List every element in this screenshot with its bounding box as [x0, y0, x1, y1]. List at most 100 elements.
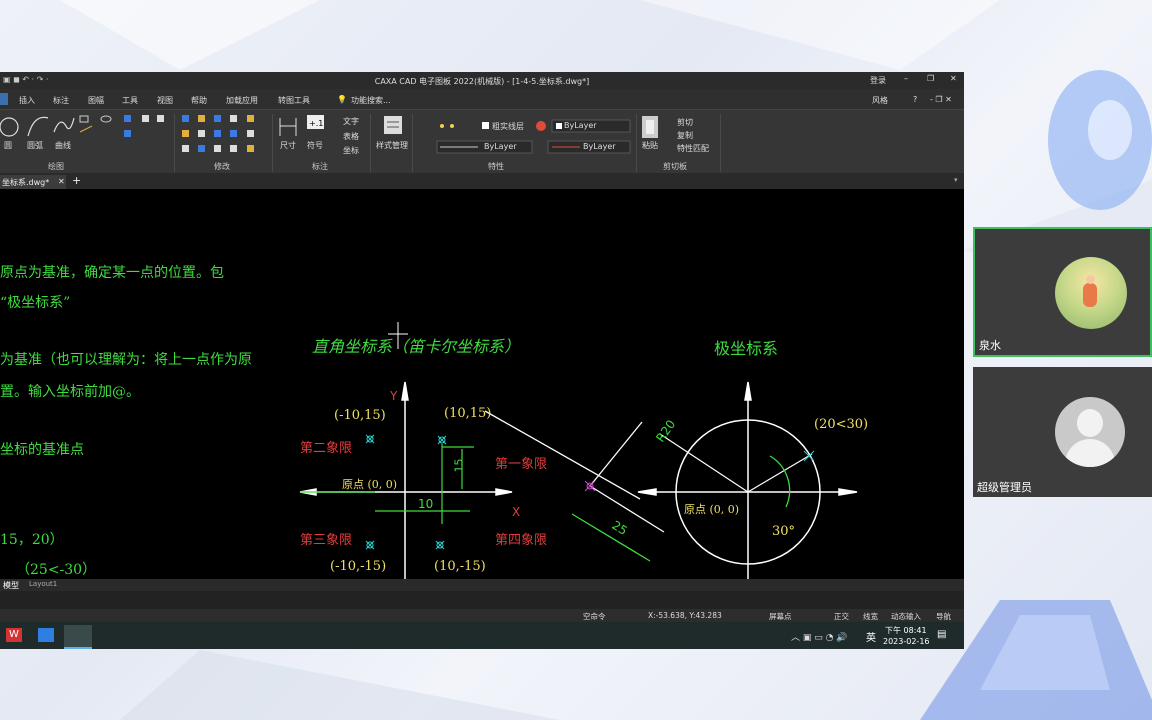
match-properties-button[interactable]: 特性匹配 — [677, 143, 709, 154]
ribbon-separator — [272, 114, 273, 172]
tab-layout1[interactable]: Layout1 — [29, 580, 57, 588]
status-bar: 空命令 X:-53.638, Y:43.283 屏幕点 正交 线宽 动态输入 导… — [0, 609, 964, 622]
new-tab-button[interactable]: + — [72, 174, 81, 187]
linewidth-toggle[interactable]: 线宽 — [863, 611, 878, 622]
table-button[interactable]: 表格 — [343, 131, 359, 142]
arc-button[interactable]: 圆弧 — [27, 140, 43, 151]
login-link[interactable]: 登录 — [870, 75, 886, 86]
style-menu[interactable]: 风格 — [872, 95, 888, 106]
close-tab-icon[interactable]: ✕ — [58, 177, 65, 186]
photos-icon[interactable] — [38, 628, 54, 642]
minimize-button[interactable]: – — [904, 74, 908, 83]
dimension-10: 10 — [418, 497, 434, 511]
drawing-canvas[interactable]: 原点为基准，确定某一点的位置。包 “极坐标系” 为基准（也可以理解为：将上一点作… — [0, 189, 964, 579]
tab-addons[interactable]: 加载应用 — [226, 95, 258, 106]
notification-icon[interactable]: ▤ — [937, 629, 946, 640]
lightbulb-icon: 💡 — [337, 95, 347, 104]
style-manager-button[interactable]: 样式管理 — [376, 140, 408, 151]
cad-application-window: ▣ ◼ ↶ · ↷ · CAXA CAD 电子图板 2022(机械版) - [1… — [0, 72, 964, 649]
polar-axes — [637, 381, 858, 579]
ribbon-tab-bar: 插入 标注 图幅 工具 视图 帮助 加载应用 转图工具 💡 功能搜索... 风格… — [0, 89, 964, 109]
tab-list-icon[interactable]: ▾ — [954, 176, 958, 184]
y-axis-label: Y — [390, 389, 398, 403]
cad-drawing — [299, 322, 858, 579]
group-dim-label: 标注 — [312, 162, 328, 171]
linetype-select[interactable]: ByLayer — [484, 142, 517, 151]
group-props-label: 特性 — [488, 162, 504, 171]
document-tab-label: 坐标系.dwg* — [2, 178, 50, 187]
taskbar-time[interactable]: 下午 08:41 — [885, 625, 927, 636]
tab-frame[interactable]: 图幅 — [88, 95, 104, 106]
windows-taskbar: W ︿ ▣ ▭ ◔ 🔊 英 下午 08:41 2023-02-16 ▤ — [0, 622, 964, 649]
document-tab[interactable]: 坐标系.dwg* ✕ — [0, 175, 66, 189]
tab-insert[interactable]: 插入 — [19, 95, 35, 106]
angle-label: 30° — [772, 524, 796, 539]
circle-button[interactable]: 圆 — [4, 140, 12, 151]
group-clipboard-label: 剪切板 — [663, 162, 687, 171]
participant-panel[interactable]: 泉水 — [973, 227, 1152, 357]
screen-point-toggle[interactable]: 屏幕点 — [769, 611, 792, 622]
group-modify-label: 修改 — [214, 162, 230, 171]
quadrant-4-label: 第四象限 — [495, 533, 548, 548]
participant-panel[interactable]: 超级管理员 — [973, 367, 1152, 497]
avatar — [1055, 257, 1127, 329]
ribbon-separator — [720, 114, 721, 172]
feature-search[interactable]: 功能搜索... — [351, 95, 391, 106]
ortho-toggle[interactable]: 正交 — [834, 611, 849, 622]
text-button[interactable]: 文字 — [343, 116, 359, 127]
layout-tab-bar: 模型 Layout1 — [0, 579, 964, 591]
tab-annotate[interactable]: 标注 — [53, 95, 69, 106]
angle-arc — [769, 455, 791, 508]
command-status: 空命令 — [583, 612, 606, 621]
origin-label: 原点 (0, 0) — [342, 478, 398, 491]
dimension-15: 15 — [452, 458, 466, 473]
coordinate-button[interactable]: 坐标 — [343, 145, 359, 156]
ime-indicator[interactable]: 英 — [866, 629, 876, 644]
svg-text:+.1: +.1 — [309, 119, 323, 128]
lineweight-select[interactable]: ByLayer — [583, 142, 616, 151]
restore-button[interactable]: ❐ — [927, 74, 934, 83]
point-label-top-right: (10,15) — [444, 406, 492, 421]
tab-help[interactable]: 帮助 — [191, 95, 207, 106]
title-bar: ▣ ◼ ↶ · ↷ · CAXA CAD 电子图板 2022(机械版) - [1… — [0, 72, 964, 89]
point-label-bottom-left: (-10,-15) — [330, 559, 387, 574]
polar-origin-label: 原点 (0, 0) — [684, 503, 740, 516]
ribbon-separator — [174, 114, 175, 172]
tab-convert[interactable]: 转图工具 — [278, 95, 310, 106]
layer-select[interactable]: 粗实线层 — [492, 121, 524, 132]
dimension-button[interactable]: 尺寸 — [280, 140, 296, 151]
wps-icon[interactable]: W — [6, 628, 22, 642]
dynamic-input-toggle[interactable]: 动态输入 — [891, 611, 921, 622]
color-select[interactable]: ByLayer — [564, 121, 597, 130]
ribbon-panel: +.1 圆 圆弧 曲线 绘图 修改 尺寸 符号 文字 表格 坐标 标注 样式管理… — [0, 109, 964, 174]
command-line[interactable] — [0, 591, 964, 609]
participant-name: 超级管理员 — [977, 481, 1032, 494]
navigation-toggle[interactable]: 导航 — [936, 611, 951, 622]
group-draw-label: 绘图 — [48, 162, 64, 171]
copy-button[interactable]: 复制 — [677, 130, 693, 141]
point-label-top-left: (-10,15) — [334, 408, 386, 423]
caxa-icon[interactable] — [64, 625, 92, 649]
paste-button[interactable]: 粘贴 — [642, 140, 658, 151]
curve-button[interactable]: 曲线 — [55, 140, 71, 151]
cut-button[interactable]: 剪切 — [677, 117, 693, 128]
relative-point-marker — [584, 480, 596, 492]
quadrant-1-label: 第一象限 — [495, 457, 548, 472]
x-axis-label: X — [512, 505, 521, 519]
polar-point-label: (20<30) — [814, 417, 869, 432]
close-button[interactable]: ✕ — [950, 74, 957, 83]
window-title: CAXA CAD 电子图板 2022(机械版) - [1-4-5.坐标系.dwg… — [374, 77, 590, 86]
ribbon-separator — [636, 114, 637, 172]
symbol-button[interactable]: 符号 — [307, 140, 323, 151]
ribbon-window-controls[interactable]: - ❐ ✕ — [930, 95, 952, 104]
coordinate-readout: X:-53.638, Y:43.283 — [648, 611, 722, 620]
tab-view[interactable]: 视图 — [157, 95, 173, 106]
tab-active-marker[interactable] — [0, 93, 8, 105]
polar-title: 极坐标系 — [714, 339, 779, 358]
tab-tools[interactable]: 工具 — [122, 95, 138, 106]
system-tray-icons[interactable]: ︿ ▣ ▭ ◔ 🔊 — [791, 630, 848, 643]
document-tab-bar: 坐标系.dwg* ✕ + ▾ — [0, 173, 964, 189]
tab-model[interactable]: 模型 — [3, 580, 19, 591]
taskbar-date[interactable]: 2023-02-16 — [883, 637, 930, 646]
help-icon[interactable]: ? — [913, 95, 917, 104]
